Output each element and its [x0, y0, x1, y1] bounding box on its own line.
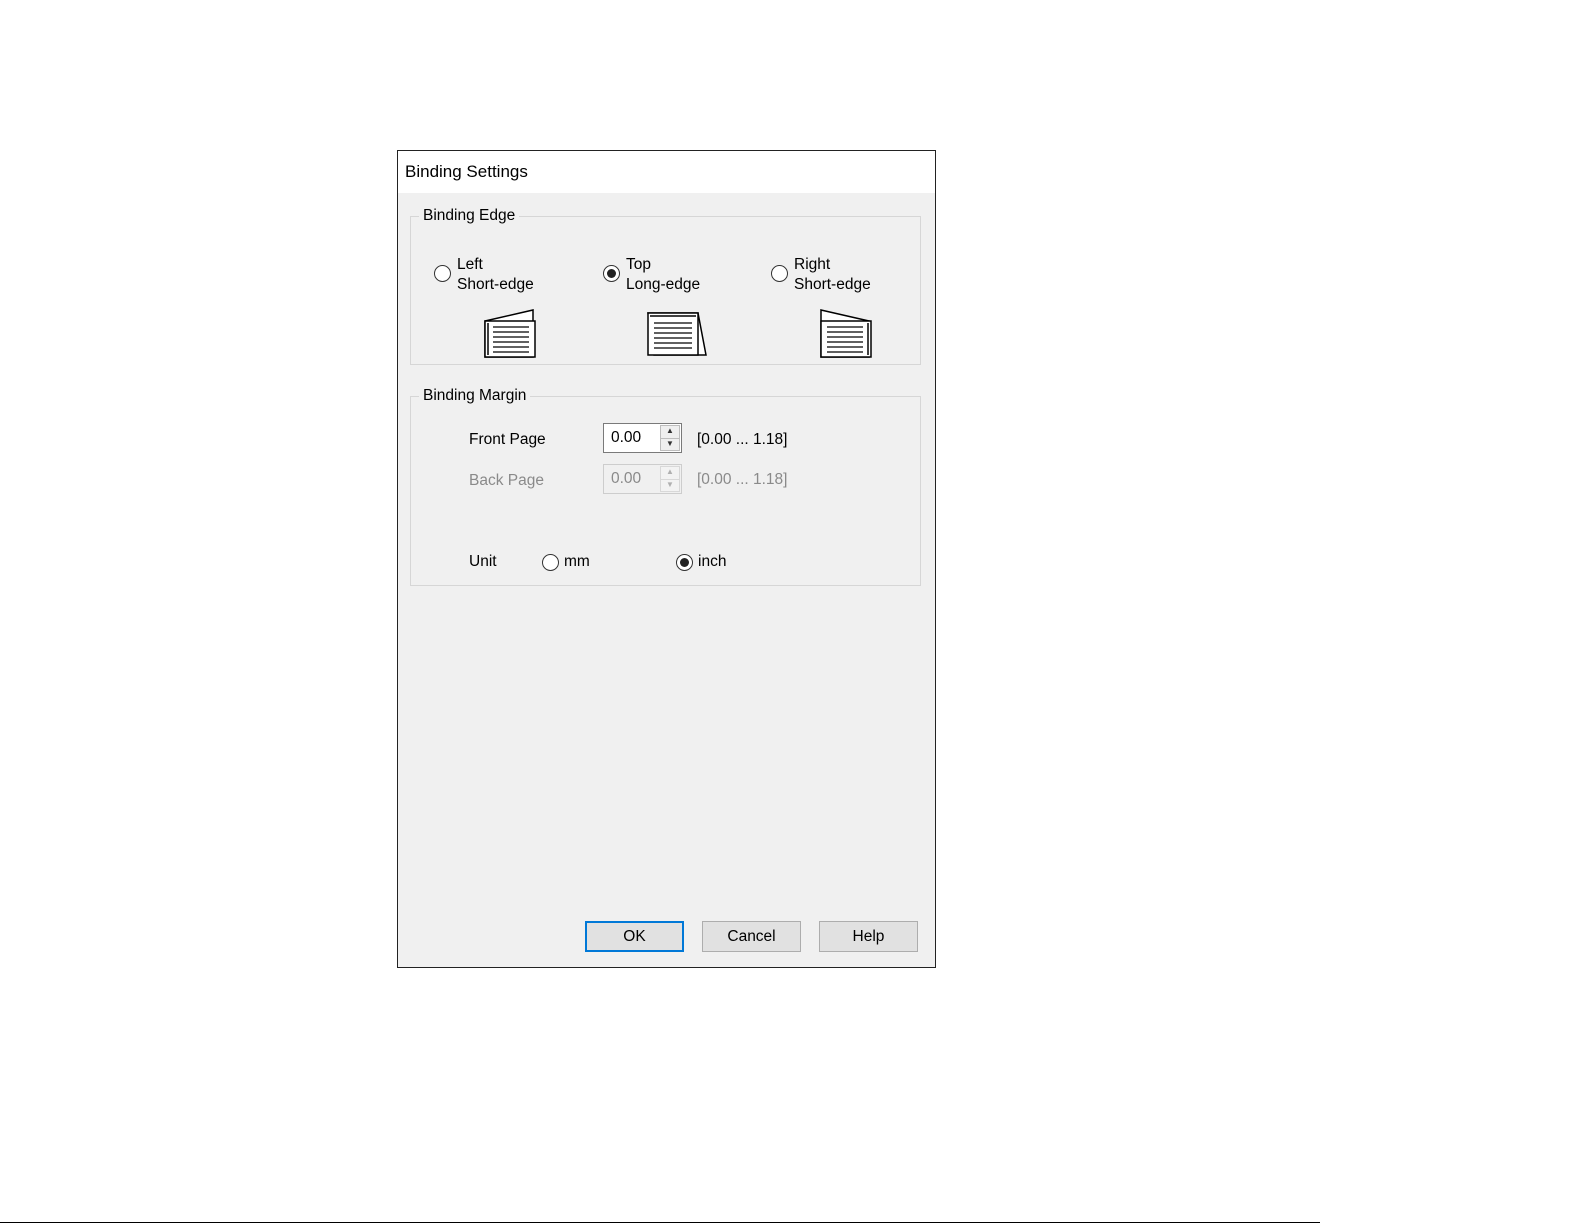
option-top-label[interactable]: Top Long-edge	[626, 255, 700, 295]
binding-settings-dialog: Binding Settings Binding Edge Left Short…	[397, 150, 936, 968]
option-right-line2: Short-edge	[794, 276, 871, 293]
front-page-value[interactable]: 0.00	[611, 424, 641, 452]
back-page-range: [0.00 ... 1.18]	[697, 471, 788, 488]
radio-unit-inch[interactable]	[676, 554, 693, 571]
back-page-value[interactable]: 0.00	[611, 465, 641, 493]
front-page-stepper[interactable]: 0.00 ▲ ▼	[603, 423, 682, 453]
unit-inch-label[interactable]: inch	[698, 553, 726, 571]
radio-left-short-edge[interactable]	[434, 265, 451, 282]
binding-margin-legend: Binding Margin	[423, 387, 527, 404]
right-binding-page-icon	[820, 309, 872, 358]
option-left-line2: Short-edge	[457, 276, 534, 293]
cancel-button[interactable]: Cancel	[702, 921, 801, 952]
unit-label: Unit	[469, 553, 497, 570]
help-button[interactable]: Help	[819, 921, 918, 952]
top-binding-page-icon	[647, 312, 707, 356]
front-page-up-arrow-icon[interactable]: ▲	[660, 425, 680, 439]
back-page-down-arrow-icon[interactable]: ▼	[660, 479, 680, 492]
binding-edge-group: Binding Edge Left Short-edge Top Long-ed…	[410, 207, 921, 365]
binding-edge-legend: Binding Edge	[423, 207, 516, 224]
back-page-label: Back Page	[469, 472, 544, 489]
back-page-up-arrow-icon[interactable]: ▲	[660, 466, 680, 480]
radio-top-long-edge[interactable]	[603, 265, 620, 282]
option-right-label[interactable]: Right Short-edge	[794, 255, 871, 295]
unit-mm-label[interactable]: mm	[564, 553, 590, 571]
option-left-line1: Left	[457, 256, 483, 273]
ok-button[interactable]: OK	[585, 921, 684, 952]
front-page-down-arrow-icon[interactable]: ▼	[660, 438, 680, 451]
back-page-stepper[interactable]: 0.00 ▲ ▼	[603, 464, 682, 494]
dialog-title: Binding Settings	[398, 151, 935, 193]
bottom-divider	[0, 1222, 1320, 1223]
radio-right-short-edge[interactable]	[771, 265, 788, 282]
option-top-line2: Long-edge	[626, 276, 701, 293]
option-top-line1: Top	[626, 256, 651, 273]
front-page-range: [0.00 ... 1.18]	[697, 431, 788, 448]
radio-unit-mm[interactable]	[542, 554, 559, 571]
binding-margin-group: Binding Margin Front Page 0.00 ▲ ▼ [0.00…	[410, 387, 921, 586]
option-right-line1: Right	[794, 256, 831, 273]
left-binding-page-icon	[484, 309, 536, 358]
option-left-label[interactable]: Left Short-edge	[457, 255, 534, 295]
front-page-label: Front Page	[469, 431, 546, 448]
